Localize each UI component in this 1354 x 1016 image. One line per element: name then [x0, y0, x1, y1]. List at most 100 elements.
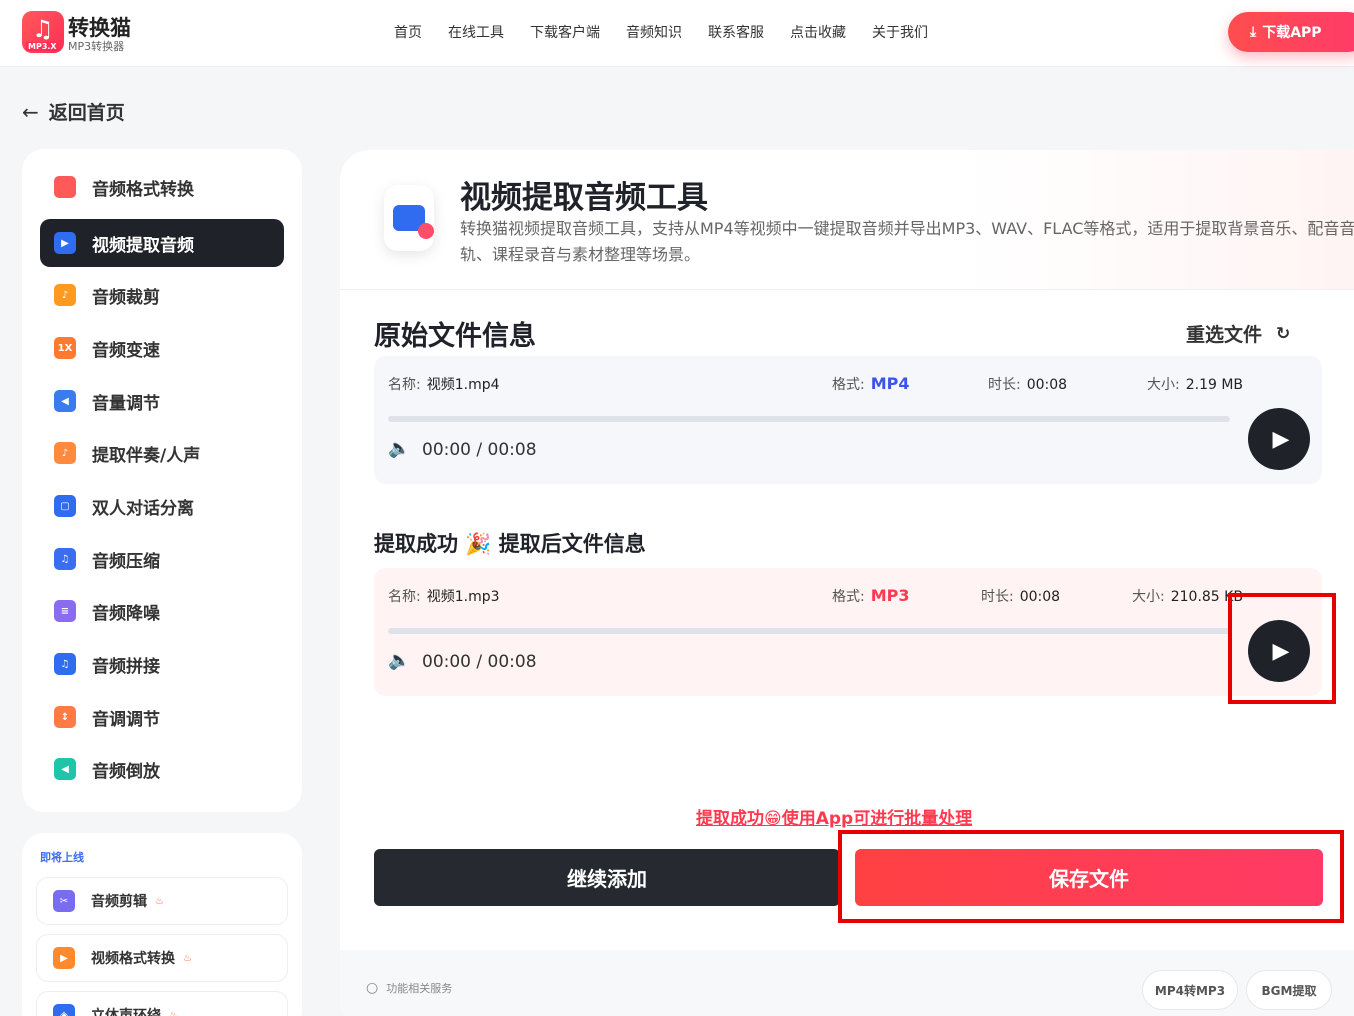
sidebar-item-label: 音调调节	[92, 709, 160, 730]
nav-download-client[interactable]: 下载客户端	[530, 22, 600, 42]
file-duration: 时长: 00:08	[988, 377, 1068, 393]
arrow-left-icon: ←	[22, 99, 39, 124]
hot-icon: ♨	[183, 952, 192, 964]
sidebar-item-audio-denoise[interactable]: ≡ 音频降噪	[40, 587, 284, 635]
sidebar-item-pitch[interactable]: ↕ 音调调节	[40, 693, 284, 741]
sidebar-item-label: 提取伴奏/人声	[92, 445, 201, 466]
tool-description: 转换猫视频提取音频工具，支持从MP4等视频中一键提取音频并导出MP3、WAV、F…	[460, 219, 1354, 264]
continue-add-button[interactable]: 继续添加	[374, 849, 840, 906]
page-title: 视频提取音频工具	[460, 180, 708, 216]
sidebar-item-vocal-extract[interactable]: ♪ 提取伴奏/人声	[40, 429, 284, 477]
download-app-label: 下载APP	[1262, 25, 1322, 41]
file-size-value: 210.85 KB	[1170, 589, 1243, 605]
nav-online-tools[interactable]: 在线工具	[448, 22, 504, 42]
coming-soon-panel: 即将上线 ✂ 音频剪辑 ♨ ▶ 视频格式转换 ♨ ◈ 立体声环绕 ♨	[22, 833, 302, 1016]
sidebar-item-label: 视频提取音频	[92, 235, 194, 256]
compress-icon: ♫	[54, 548, 76, 570]
video-convert-icon: ▶	[53, 947, 75, 969]
coming-soon-title: 即将上线	[40, 851, 84, 864]
sidebar-item-label: 音频降噪	[92, 603, 160, 624]
related-services-bar: ○ 功能相关服务 MP4转MP3 BGM提取	[340, 950, 1354, 1016]
volume-icon: ◀	[54, 390, 76, 412]
play-icon: ▶	[1272, 426, 1290, 452]
video-audio-icon: ▶	[54, 232, 76, 254]
soon-item-audio-edit[interactable]: ✂ 音频剪辑 ♨	[36, 877, 288, 925]
file-duration: 时长: 00:08	[981, 589, 1061, 605]
sidebar-item-dialog-separate[interactable]: ▢ 双人对话分离	[40, 482, 284, 530]
back-home-link[interactable]: ← 返回首页	[22, 98, 125, 125]
save-file-button[interactable]: 保存文件	[855, 849, 1323, 906]
file-name: 名称: 视频1.mp4	[388, 377, 500, 393]
sidebar-item-audio-merge[interactable]: ♫ 音频拼接	[40, 640, 284, 688]
chip-mp4-to-mp3[interactable]: MP4转MP3	[1142, 970, 1238, 1010]
top-header: ♫ MP3.X 转换猫 MP3转换器 首页 在线工具 下载客户端 音频知识 联系…	[0, 0, 1354, 67]
logo-icon[interactable]: ♫ MP3.X	[22, 11, 64, 53]
speaker-icon[interactable]: 🔈	[388, 650, 410, 671]
nav-home[interactable]: 首页	[394, 22, 422, 42]
play-button[interactable]: ▶	[1248, 408, 1310, 470]
dialog-icon: ▢	[54, 495, 76, 517]
chip-bgm-extract[interactable]: BGM提取	[1246, 970, 1332, 1010]
file-duration-value: 00:08	[1019, 589, 1061, 605]
soon-item-surround[interactable]: ◈ 立体声环绕 ♨	[36, 991, 288, 1016]
batch-promo-link[interactable]: 提取成功😁使用App可进行批量处理	[696, 804, 972, 829]
refresh-icon: ↻	[1276, 323, 1291, 344]
sidebar-item-audio-speed[interactable]: 1X 音频变速	[40, 324, 284, 372]
sidebar-item-label: 音频裁剪	[92, 287, 160, 308]
speaker-icon[interactable]: 🔈	[388, 438, 410, 459]
download-app-button[interactable]: ⤓ 下载APP	[1228, 12, 1354, 52]
progress-bar[interactable]	[388, 416, 1230, 422]
crop-icon: ♪	[54, 284, 76, 306]
sidebar-item-volume[interactable]: ◀ 音量调节	[40, 377, 284, 425]
play-button[interactable]: ▶	[1248, 620, 1310, 682]
logo-subtitle: MP3转换器	[68, 40, 125, 53]
reverse-icon: ◀	[54, 758, 76, 780]
vocal-icon: ♪	[54, 442, 76, 464]
file-size-value: 2.19 MB	[1185, 377, 1244, 393]
merge-icon: ♫	[54, 653, 76, 675]
output-file-card: 名称: 视频1.mp3 格式: MP3 时长: 00:08 大小: 210.85 KB …	[374, 568, 1322, 696]
sidebar-item-audio-crop[interactable]: ♪ 音频裁剪	[40, 271, 284, 319]
sidebar-item-video-extract-audio[interactable]: ▶ 视频提取音频	[40, 219, 284, 267]
sidebar-item-label: 音频变速	[92, 340, 160, 361]
denoise-icon: ≡	[54, 600, 76, 622]
file-duration-value: 00:08	[1026, 377, 1068, 393]
audio-convert-icon	[54, 176, 76, 198]
sidebar-item-label: 音频倒放	[92, 761, 160, 782]
soon-item-label: 音频剪辑	[91, 894, 147, 910]
main-panel: 视频提取音频工具 转换猫视频提取音频工具，支持从MP4等视频中一键提取音频并导出…	[340, 150, 1354, 1016]
playback-time: 00:00 / 00:08	[422, 652, 537, 672]
sidebar-item-label: 音量调节	[92, 393, 160, 414]
nav-contact-support[interactable]: 联系客服	[708, 22, 764, 42]
nav-bookmark[interactable]: 点击收藏	[790, 22, 846, 42]
file-format-value: MP4	[870, 374, 910, 393]
hot-icon: ♨	[155, 895, 164, 907]
progress-bar[interactable]	[388, 628, 1230, 634]
extract-success-title: 提取成功 🎉 提取后文件信息	[374, 532, 646, 556]
original-file-title: 原始文件信息	[374, 321, 536, 352]
file-name: 名称: 视频1.mp3	[388, 589, 500, 605]
play-icon: ▶	[1272, 638, 1290, 664]
sidebar-item-audio-compress[interactable]: ♫ 音频压缩	[40, 535, 284, 583]
nav-about-us[interactable]: 关于我们	[872, 22, 928, 42]
main-nav: 首页 在线工具 下载客户端 音频知识 联系客服 点击收藏 关于我们	[394, 22, 954, 42]
original-file-card: 名称: 视频1.mp4 格式: MP4 时长: 00:08 大小: 2.19 MB 🔈 …	[374, 356, 1322, 484]
sidebar-item-audio-reverse[interactable]: ◀ 音频倒放	[40, 745, 284, 793]
sidebar-item-label: 音频压缩	[92, 551, 160, 572]
file-size: 大小: 210.85 KB	[1132, 589, 1243, 605]
reselect-file-button[interactable]: 重选文件 ↻	[1186, 320, 1290, 347]
soon-item-label: 立体声环绕	[91, 1008, 161, 1016]
soon-item-video-convert[interactable]: ▶ 视频格式转换 ♨	[36, 934, 288, 982]
related-services: ○ 功能相关服务	[366, 980, 452, 996]
soon-item-label: 视频格式转换	[91, 951, 175, 967]
logo-tag: MP3.X	[26, 42, 59, 51]
nav-audio-knowledge[interactable]: 音频知识	[626, 22, 682, 42]
related-services-label: 功能相关服务	[386, 982, 453, 995]
sidebar-item-audio-convert[interactable]: 音频格式转换	[40, 163, 284, 211]
hot-icon: ♨	[169, 1009, 178, 1016]
reselect-label: 重选文件	[1186, 324, 1263, 346]
sidebar-item-label: 音频拼接	[92, 656, 160, 677]
pitch-icon: ↕	[54, 706, 76, 728]
sidebar-item-label: 双人对话分离	[92, 498, 194, 519]
file-size: 大小: 2.19 MB	[1147, 377, 1244, 393]
